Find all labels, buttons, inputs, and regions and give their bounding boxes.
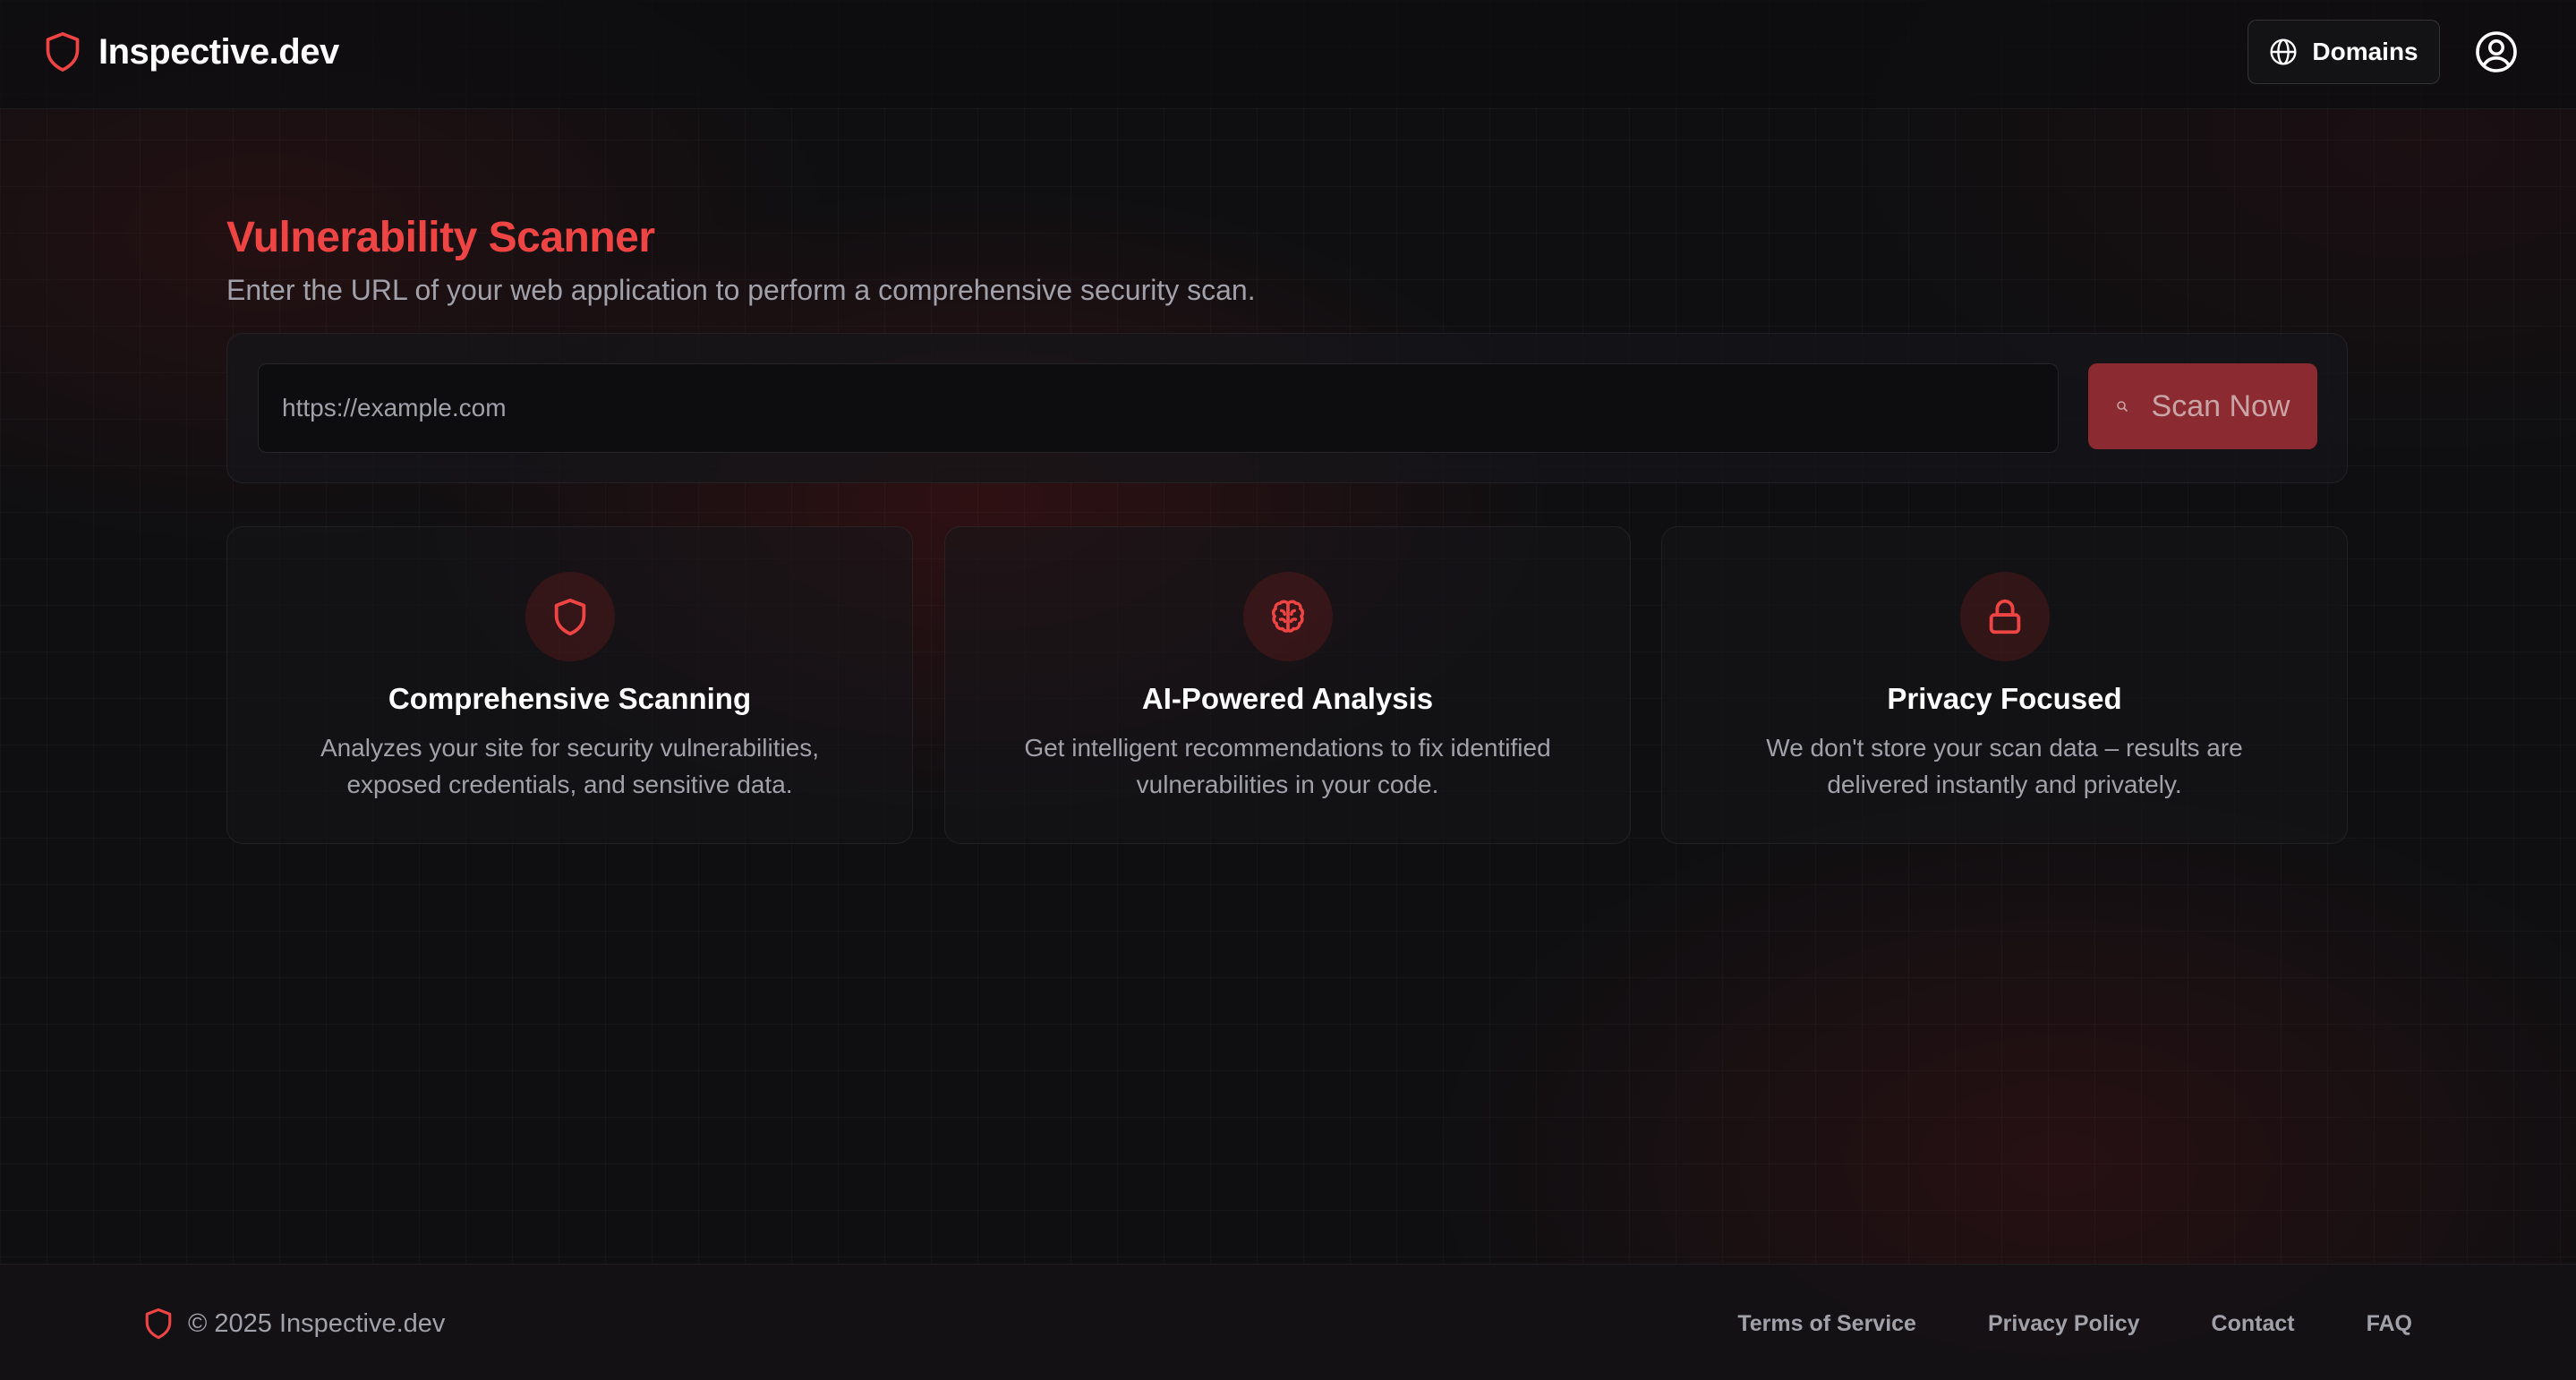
scan-now-button-label: Scan Now bbox=[2151, 388, 2290, 423]
domains-button[interactable]: Domains bbox=[2248, 20, 2440, 84]
feature-card-ai-analysis: AI-Powered Analysis Get intelligent reco… bbox=[944, 526, 1631, 844]
shield-icon bbox=[145, 1308, 172, 1340]
footer-links: Terms of Service Privacy Policy Contact … bbox=[1737, 1311, 2412, 1337]
page-subtitle: Enter the URL of your web application to… bbox=[226, 274, 1256, 306]
footer-link-faq[interactable]: FAQ bbox=[2367, 1311, 2412, 1337]
footer-link-privacy[interactable]: Privacy Policy bbox=[1988, 1311, 2140, 1337]
feature-icon-badge bbox=[1243, 572, 1333, 661]
footer-brand: © 2025 Inspective.dev bbox=[143, 1306, 445, 1342]
feature-description: Analyzes your site for security vulnerab… bbox=[320, 734, 820, 798]
scan-form: Scan Now bbox=[226, 333, 2348, 483]
top-nav: Inspective.dev Domains bbox=[0, 0, 2576, 109]
domains-button-label: Domains bbox=[2312, 38, 2418, 65]
feature-title: AI-Powered Analysis bbox=[1141, 682, 1434, 715]
globe-icon bbox=[2270, 38, 2297, 65]
feature-icon-badge bbox=[1960, 572, 2050, 661]
user-circle-icon bbox=[2476, 31, 2517, 72]
shield-icon bbox=[554, 598, 586, 636]
feature-card-scanning: Comprehensive Scanning Analyzes your sit… bbox=[226, 526, 913, 844]
lock-icon bbox=[1989, 599, 2021, 635]
feature-description: We don't store your scan data – results … bbox=[1766, 734, 2243, 798]
footer-link-terms[interactable]: Terms of Service bbox=[1737, 1311, 1916, 1337]
feature-card-privacy: Privacy Focused We don't store your scan… bbox=[1661, 526, 2348, 844]
brain-icon bbox=[1271, 600, 1305, 633]
feature-description: Get intelligent recommendations to fix i… bbox=[1024, 734, 1551, 798]
footer-link-contact[interactable]: Contact bbox=[2212, 1311, 2295, 1337]
search-icon bbox=[2116, 401, 2128, 413]
feature-title: Comprehensive Scanning bbox=[388, 682, 752, 715]
brand-name: Inspective.dev bbox=[98, 31, 339, 72]
scan-now-button[interactable]: Scan Now bbox=[2088, 363, 2317, 449]
page-title: Vulnerability Scanner bbox=[226, 214, 655, 261]
user-menu-button[interactable] bbox=[2474, 30, 2519, 74]
footer-copyright: © 2025 Inspective.dev bbox=[188, 1308, 446, 1338]
shield-icon bbox=[46, 32, 80, 72]
url-input[interactable] bbox=[258, 363, 2059, 453]
brand-logo[interactable]: Inspective.dev bbox=[43, 27, 339, 77]
feature-title: Privacy Focused bbox=[1887, 682, 2122, 715]
footer: © 2025 Inspective.dev Terms of Service P… bbox=[0, 1264, 2576, 1380]
feature-icon-badge bbox=[525, 572, 615, 661]
